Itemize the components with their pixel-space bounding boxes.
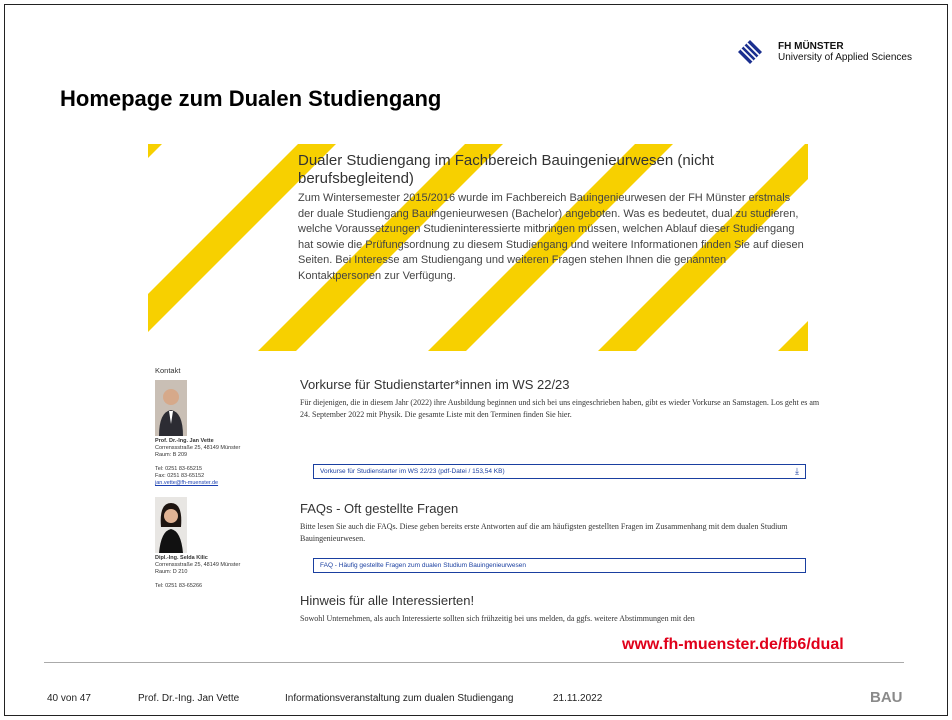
download-arrow-icon: ⤓ (795, 466, 799, 476)
hero-paragraph: Zum Wintersemester 2015/2016 wurde im Fa… (298, 192, 804, 282)
person1-room: Raum: B 209 (155, 452, 188, 458)
faq-link-label: FAQ - Häufig gestellte Fragen zum dualen… (320, 562, 526, 569)
person2-name: Dipl.-Ing. Selda Kilic (155, 555, 208, 561)
hero-banner: Dualer Studiengang im Fachbereich Bauing… (148, 144, 808, 351)
logo-line2: University of Applied Sciences (778, 52, 912, 63)
person2-address: Correnssstraße 25, 48149 Münster (155, 562, 241, 568)
contact-sidebar: Kontakt Prof. Dr.-Ing. Jan Vette Correns… (155, 367, 275, 590)
hero-heading: Dualer Studiengang im Fachbereich Bauing… (298, 152, 715, 187)
footer-author: Prof. Dr.-Ing. Jan Vette (138, 693, 240, 704)
hint-section: Hinweis für alle Interessierten! Sowohl … (300, 593, 820, 625)
fh-logo-icon (738, 40, 762, 64)
footer-page: 40 von 47 (47, 693, 91, 704)
contact-heading: Kontakt (155, 366, 181, 375)
person1-address: Correnssstraße 25, 48149 Münster (155, 445, 241, 451)
section1-text: Für diejenigen, die in diesem Jahr (2022… (300, 398, 820, 419)
fh-logo: FH MÜNSTER University of Applied Science… (738, 40, 912, 64)
footer-event: Informationsveranstaltung zum dualen Stu… (285, 693, 514, 704)
section3-text: Sowohl Unternehmen, als auch Interessier… (300, 614, 695, 623)
download-vorkurse-label: Vorkurse für Studienstarter im WS 22/23 … (320, 468, 505, 475)
download-vorkurse-link[interactable]: Vorkurse für Studienstarter im WS 22/23 … (313, 464, 806, 479)
footer-divider (44, 662, 904, 663)
person1-tel: Tel: 0251 83-65215 (155, 466, 203, 472)
avatar-vette (155, 380, 187, 436)
footer-date: 21.11.2022 (553, 693, 603, 704)
section1-heading: Vorkurse für Studienstarter*innen im WS … (300, 377, 570, 392)
logo-line1: FH MÜNSTER (778, 41, 844, 52)
program-url[interactable]: www.fh-muenster.de/fb6/dual (622, 636, 844, 654)
section2-heading: FAQs - Oft gestellte Fragen (300, 501, 459, 516)
footer-dept: BAU (870, 689, 903, 706)
faq-link[interactable]: FAQ - Häufig gestellte Fragen zum dualen… (313, 558, 806, 573)
slide-title: Homepage zum Dualen Studiengang (60, 86, 442, 111)
faq-section: FAQs - Oft gestellte Fragen Bitte lesen … (300, 501, 820, 544)
main-content: Vorkurse für Studienstarter*innen im WS … (300, 377, 820, 420)
person1-email-link[interactable]: jan.vette@fh-muenster.de (155, 480, 218, 486)
person1-name: Prof. Dr.-Ing. Jan Vette (155, 438, 214, 444)
person2-room: Raum: D 210 (155, 569, 188, 575)
person1-fax: Fax: 0251 83-65152 (155, 473, 205, 479)
section2-text: Bitte lesen Sie auch die FAQs. Diese geb… (300, 522, 788, 543)
person2-tel: Tel: 0251 83-65266 (155, 583, 203, 589)
avatar-kilic (155, 497, 187, 553)
section3-heading: Hinweis für alle Interessierten! (300, 593, 475, 608)
